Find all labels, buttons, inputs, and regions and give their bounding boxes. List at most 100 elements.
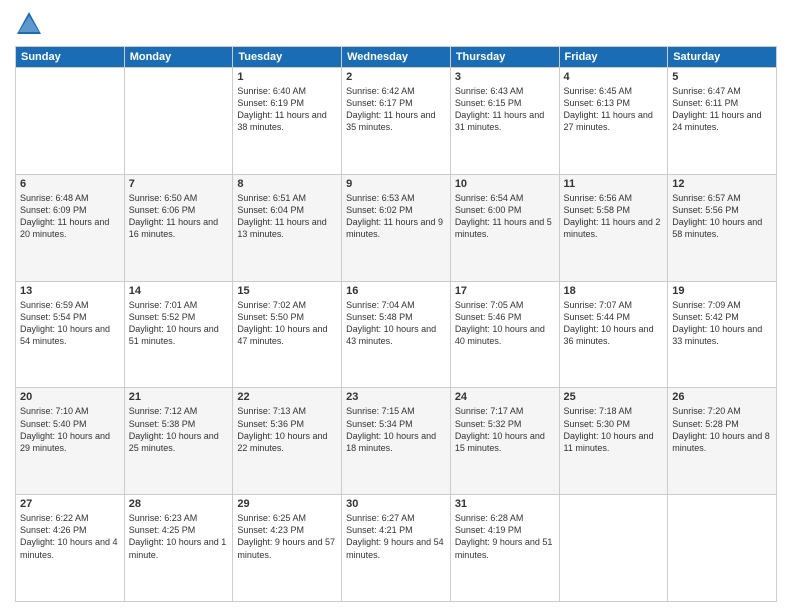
calendar-cell: 24 Sunrise: 7:17 AMSunset: 5:32 PMDayligh… <box>450 388 559 495</box>
calendar-cell: 26 Sunrise: 7:20 AMSunset: 5:28 PMDayligh… <box>668 388 777 495</box>
day-number: 1 <box>237 71 337 83</box>
calendar-cell: 23 Sunrise: 7:15 AMSunset: 5:34 PMDayligh… <box>342 388 451 495</box>
day-info: Sunrise: 7:10 AMSunset: 5:40 PMDaylight:… <box>20 405 120 454</box>
day-info: Sunrise: 6:53 AMSunset: 6:02 PMDaylight:… <box>346 192 446 241</box>
logo <box>15 10 47 38</box>
day-number: 8 <box>237 178 337 190</box>
day-info: Sunrise: 6:51 AMSunset: 6:04 PMDaylight:… <box>237 192 337 241</box>
day-info: Sunrise: 6:47 AMSunset: 6:11 PMDaylight:… <box>672 85 772 134</box>
day-info: Sunrise: 6:57 AMSunset: 5:56 PMDaylight:… <box>672 192 772 241</box>
page: SundayMondayTuesdayWednesdayThursdayFrid… <box>0 0 792 612</box>
day-info: Sunrise: 7:17 AMSunset: 5:32 PMDaylight:… <box>455 405 555 454</box>
day-number: 2 <box>346 71 446 83</box>
day-number: 22 <box>237 391 337 403</box>
day-number: 27 <box>20 498 120 510</box>
calendar-week-row: 1 Sunrise: 6:40 AMSunset: 6:19 PMDaylight… <box>16 68 777 175</box>
day-info: Sunrise: 7:02 AMSunset: 5:50 PMDaylight:… <box>237 299 337 348</box>
calendar-cell: 17 Sunrise: 7:05 AMSunset: 5:46 PMDayligh… <box>450 281 559 388</box>
day-info: Sunrise: 7:15 AMSunset: 5:34 PMDaylight:… <box>346 405 446 454</box>
calendar-cell: 10Sunrise: 6:54 AMSunset: 6:00 PMDayligh… <box>450 174 559 281</box>
calendar-cell: 31 Sunrise: 6:28 AMSunset: 4:19 PMDayligh… <box>450 495 559 602</box>
day-number: 25 <box>564 391 664 403</box>
calendar-table: SundayMondayTuesdayWednesdayThursdayFrid… <box>15 46 777 602</box>
day-number: 12 <box>672 178 772 190</box>
calendar-cell: 9 Sunrise: 6:53 AMSunset: 6:02 PMDaylight… <box>342 174 451 281</box>
calendar-cell: 15 Sunrise: 7:02 AMSunset: 5:50 PMDayligh… <box>233 281 342 388</box>
calendar-cell: 30Sunrise: 6:27 AMSunset: 4:21 PMDayligh… <box>342 495 451 602</box>
day-info: Sunrise: 6:42 AMSunset: 6:17 PMDaylight:… <box>346 85 446 134</box>
day-number: 23 <box>346 391 446 403</box>
calendar-cell: 19 Sunrise: 7:09 AMSunset: 5:42 PMDayligh… <box>668 281 777 388</box>
day-number: 4 <box>564 71 664 83</box>
calendar-cell <box>16 68 125 175</box>
day-info: Sunrise: 6:22 AMSunset: 4:26 PMDaylight:… <box>20 512 120 561</box>
weekday-header: Friday <box>559 47 668 68</box>
day-number: 11 <box>564 178 664 190</box>
day-number: 15 <box>237 285 337 297</box>
day-number: 7 <box>129 178 229 190</box>
weekday-header: Thursday <box>450 47 559 68</box>
day-info: Sunrise: 7:12 AMSunset: 5:38 PMDaylight:… <box>129 405 229 454</box>
day-info: Sunrise: 6:25 AMSunset: 4:23 PMDaylight:… <box>237 512 337 561</box>
day-number: 6 <box>20 178 120 190</box>
day-number: 26 <box>672 391 772 403</box>
day-info: Sunrise: 6:59 AMSunset: 5:54 PMDaylight:… <box>20 299 120 348</box>
calendar-cell <box>559 495 668 602</box>
weekday-header: Wednesday <box>342 47 451 68</box>
day-info: Sunrise: 6:56 AMSunset: 5:58 PMDaylight:… <box>564 192 664 241</box>
day-number: 10 <box>455 178 555 190</box>
day-info: Sunrise: 7:09 AMSunset: 5:42 PMDaylight:… <box>672 299 772 348</box>
calendar-cell: 27 Sunrise: 6:22 AMSunset: 4:26 PMDayligh… <box>16 495 125 602</box>
day-info: Sunrise: 6:28 AMSunset: 4:19 PMDaylight:… <box>455 512 555 561</box>
day-info: Sunrise: 6:45 AMSunset: 6:13 PMDaylight:… <box>564 85 664 134</box>
day-info: Sunrise: 6:43 AMSunset: 6:15 PMDaylight:… <box>455 85 555 134</box>
day-number: 16 <box>346 285 446 297</box>
day-info: Sunrise: 6:50 AMSunset: 6:06 PMDaylight:… <box>129 192 229 241</box>
day-number: 28 <box>129 498 229 510</box>
calendar-cell: 8 Sunrise: 6:51 AMSunset: 6:04 PMDaylight… <box>233 174 342 281</box>
calendar-cell: 11 Sunrise: 6:56 AMSunset: 5:58 PMDayligh… <box>559 174 668 281</box>
day-number: 18 <box>564 285 664 297</box>
calendar-cell: 28 Sunrise: 6:23 AMSunset: 4:25 PMDayligh… <box>124 495 233 602</box>
calendar-cell: 2 Sunrise: 6:42 AMSunset: 6:17 PMDaylight… <box>342 68 451 175</box>
calendar-cell: 22Sunrise: 7:13 AMSunset: 5:36 PMDayligh… <box>233 388 342 495</box>
calendar-cell: 14 Sunrise: 7:01 AMSunset: 5:52 PMDayligh… <box>124 281 233 388</box>
day-number: 13 <box>20 285 120 297</box>
calendar-cell: 12 Sunrise: 6:57 AMSunset: 5:56 PMDayligh… <box>668 174 777 281</box>
day-number: 19 <box>672 285 772 297</box>
day-number: 31 <box>455 498 555 510</box>
day-number: 3 <box>455 71 555 83</box>
calendar-header: SundayMondayTuesdayWednesdayThursdayFrid… <box>16 47 777 68</box>
day-info: Sunrise: 6:40 AMSunset: 6:19 PMDaylight:… <box>237 85 337 134</box>
calendar-week-row: 20Sunrise: 7:10 AMSunset: 5:40 PMDayligh… <box>16 388 777 495</box>
weekday-header: Saturday <box>668 47 777 68</box>
calendar-cell <box>124 68 233 175</box>
day-info: Sunrise: 6:48 AMSunset: 6:09 PMDaylight:… <box>20 192 120 241</box>
calendar-week-row: 27 Sunrise: 6:22 AMSunset: 4:26 PMDayligh… <box>16 495 777 602</box>
day-info: Sunrise: 7:01 AMSunset: 5:52 PMDaylight:… <box>129 299 229 348</box>
day-number: 24 <box>455 391 555 403</box>
day-info: Sunrise: 7:20 AMSunset: 5:28 PMDaylight:… <box>672 405 772 454</box>
calendar-cell: 29Sunrise: 6:25 AMSunset: 4:23 PMDayligh… <box>233 495 342 602</box>
day-info: Sunrise: 7:05 AMSunset: 5:46 PMDaylight:… <box>455 299 555 348</box>
calendar-week-row: 13 Sunrise: 6:59 AMSunset: 5:54 PMDayligh… <box>16 281 777 388</box>
calendar-week-row: 6 Sunrise: 6:48 AMSunset: 6:09 PMDaylight… <box>16 174 777 281</box>
day-number: 17 <box>455 285 555 297</box>
day-info: Sunrise: 6:23 AMSunset: 4:25 PMDaylight:… <box>129 512 229 561</box>
day-number: 14 <box>129 285 229 297</box>
logo-icon <box>15 10 43 38</box>
calendar-body: 1 Sunrise: 6:40 AMSunset: 6:19 PMDaylight… <box>16 68 777 602</box>
header <box>15 10 777 38</box>
weekday-header: Sunday <box>16 47 125 68</box>
calendar-cell: 7 Sunrise: 6:50 AMSunset: 6:06 PMDaylight… <box>124 174 233 281</box>
calendar-cell: 6 Sunrise: 6:48 AMSunset: 6:09 PMDaylight… <box>16 174 125 281</box>
calendar-cell: 18Sunrise: 7:07 AMSunset: 5:44 PMDayligh… <box>559 281 668 388</box>
calendar-cell: 1 Sunrise: 6:40 AMSunset: 6:19 PMDaylight… <box>233 68 342 175</box>
calendar-cell: 3 Sunrise: 6:43 AMSunset: 6:15 PMDaylight… <box>450 68 559 175</box>
day-number: 5 <box>672 71 772 83</box>
calendar-cell: 16Sunrise: 7:04 AMSunset: 5:48 PMDayligh… <box>342 281 451 388</box>
weekday-row: SundayMondayTuesdayWednesdayThursdayFrid… <box>16 47 777 68</box>
calendar-cell: 25Sunrise: 7:18 AMSunset: 5:30 PMDayligh… <box>559 388 668 495</box>
day-number: 9 <box>346 178 446 190</box>
weekday-header: Tuesday <box>233 47 342 68</box>
